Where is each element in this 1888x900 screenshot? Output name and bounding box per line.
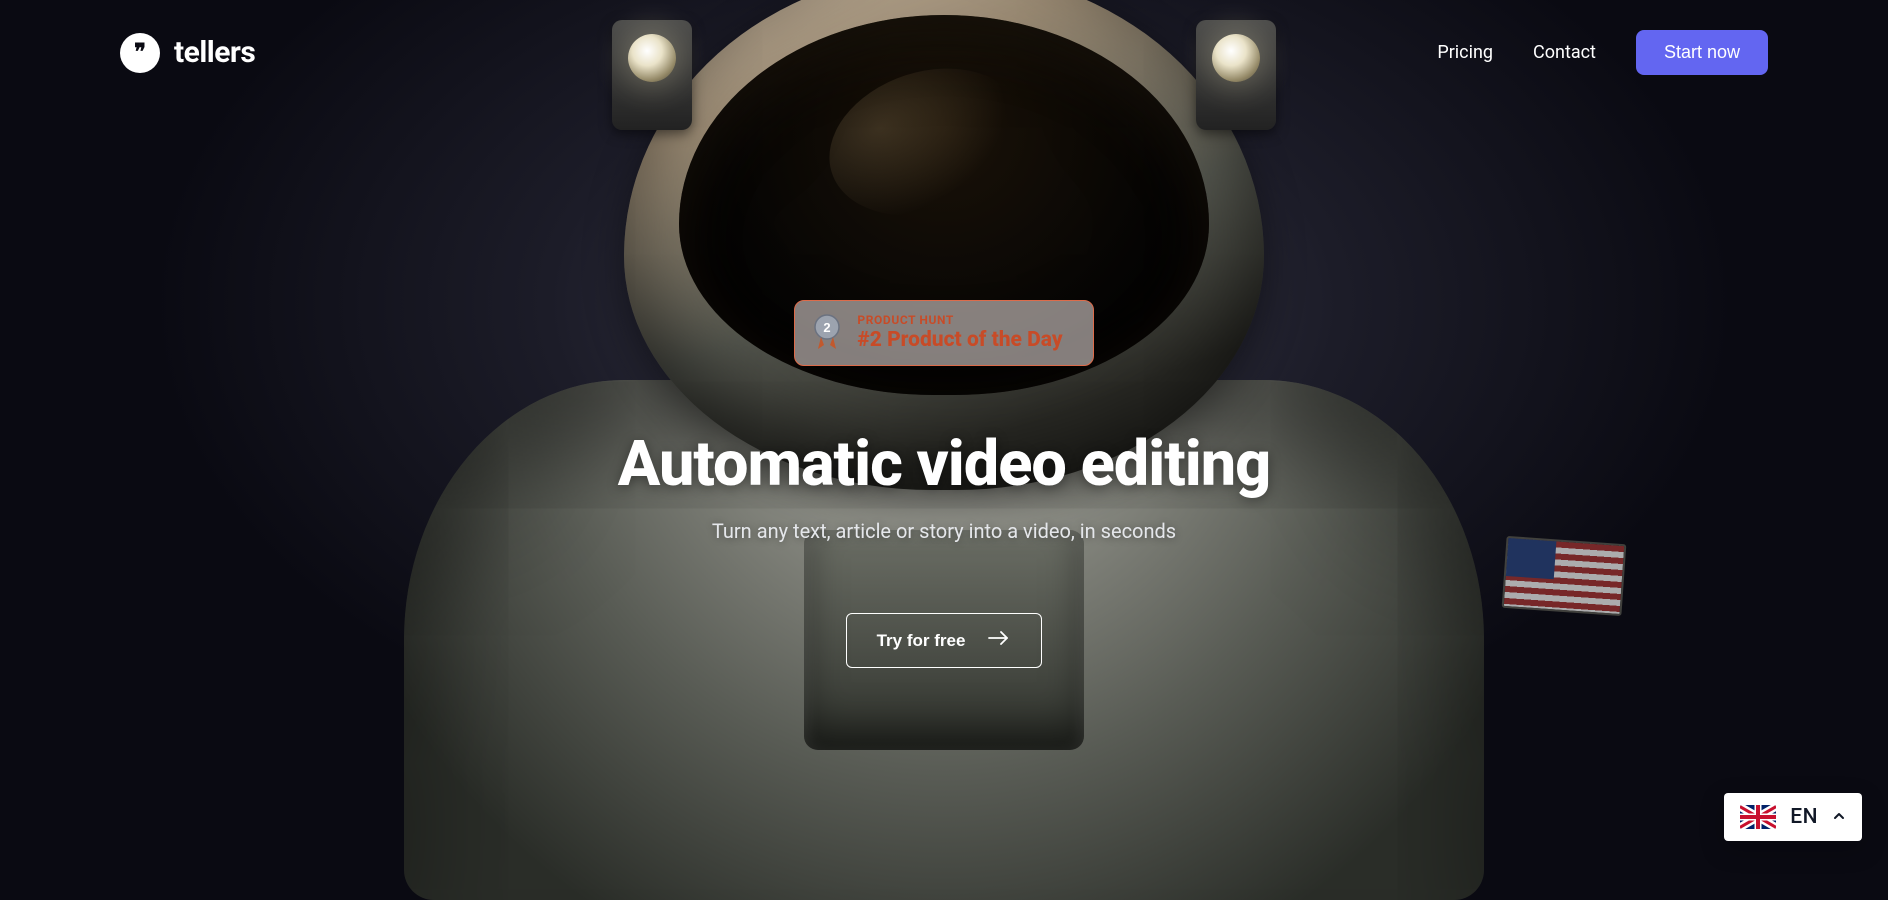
hero-headline: Automatic video editing	[618, 428, 1271, 501]
hero-subhead: Turn any text, article or story into a v…	[712, 519, 1176, 543]
try-for-free-button[interactable]: Try for free	[846, 613, 1043, 668]
nav-link-pricing[interactable]: Pricing	[1437, 42, 1493, 63]
uk-flag-icon	[1740, 805, 1776, 829]
product-hunt-text: PRODUCT HUNT #2 Product of the Day	[857, 313, 1062, 353]
product-hunt-badge[interactable]: 2 PRODUCT HUNT #2 Product of the Day	[794, 300, 1093, 366]
product-hunt-title: #2 Product of the Day	[857, 328, 1062, 353]
cta-label: Try for free	[877, 631, 966, 651]
nav-right: Pricing Contact Start now	[1437, 30, 1768, 75]
arrow-right-icon	[987, 630, 1011, 651]
brand-logo-glyph: ❞	[134, 42, 146, 64]
language-code: EN	[1790, 805, 1818, 829]
nav-link-contact[interactable]: Contact	[1533, 42, 1596, 63]
hero-content: 2 PRODUCT HUNT #2 Product of the Day Aut…	[0, 300, 1888, 668]
chevron-up-icon	[1832, 808, 1846, 827]
language-selector[interactable]: EN	[1724, 793, 1862, 841]
medal-rank-number: 2	[824, 320, 831, 335]
brand-name: tellers	[174, 35, 255, 70]
start-now-button[interactable]: Start now	[1636, 30, 1768, 75]
top-nav: ❞ tellers Pricing Contact Start now	[0, 0, 1888, 75]
medal-icon: 2	[811, 313, 843, 353]
brand-logo[interactable]: ❞ tellers	[120, 33, 255, 73]
brand-logo-mark-icon: ❞	[120, 33, 160, 73]
product-hunt-label: PRODUCT HUNT	[857, 313, 1062, 327]
